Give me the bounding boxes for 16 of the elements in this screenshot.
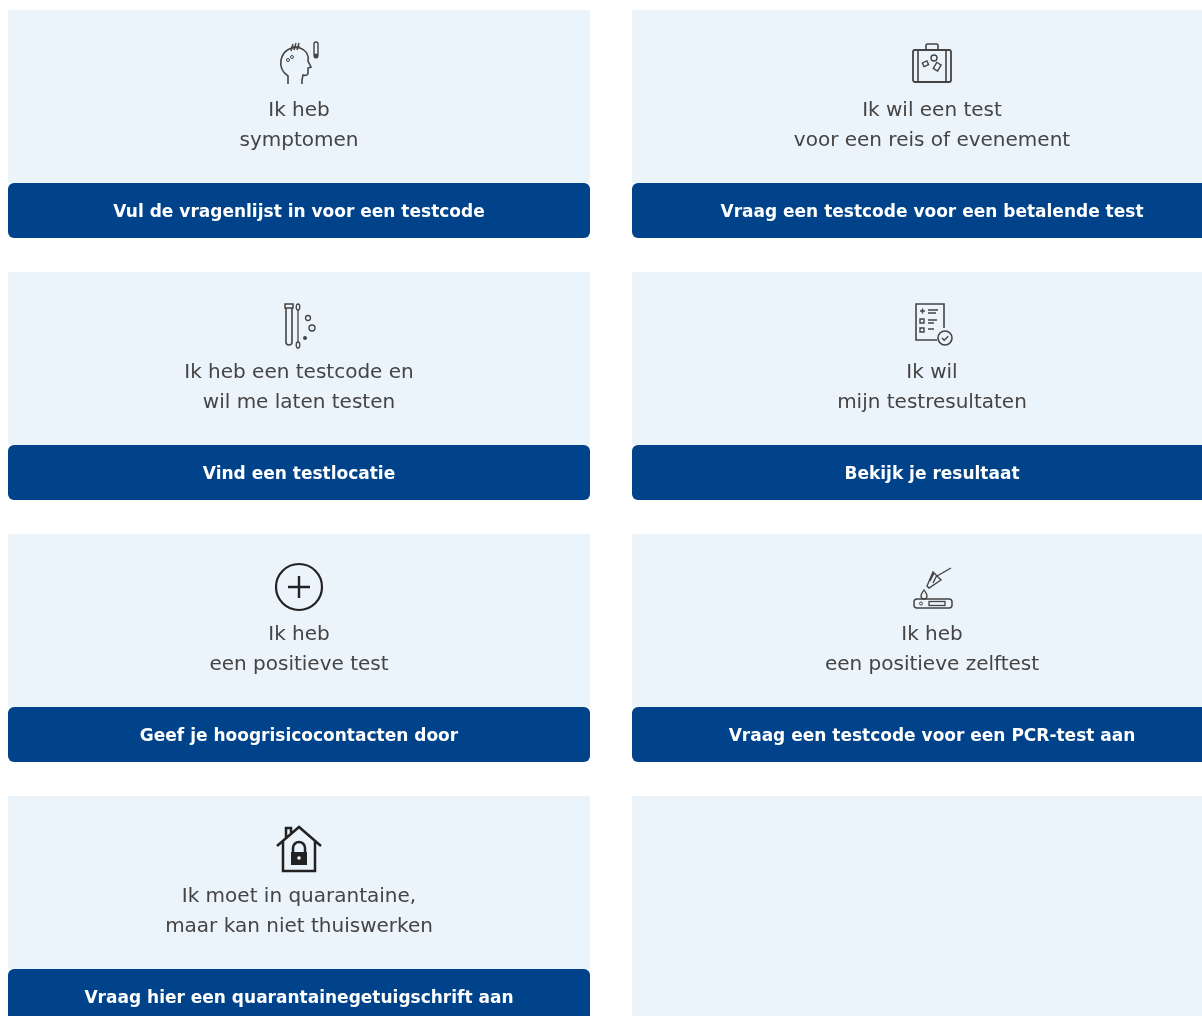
card-description: Ik wil mijn testresultaten	[837, 358, 1027, 415]
action-button[interactable]: Vraag een testcode voor een betalende test	[632, 183, 1202, 238]
action-button[interactable]: Vind een testlocatie	[8, 445, 590, 500]
action-button[interactable]: Vraag een testcode voor een PCR-test aan	[632, 707, 1202, 762]
card-description: Ik moet in quarantaine, maar kan niet thuiswerken	[165, 882, 433, 939]
plus-circle-icon	[274, 562, 324, 612]
card-description: Ik heb een positieve test	[209, 620, 389, 677]
action-button[interactable]: Vul de vragenlijst in voor een testcode	[8, 183, 590, 238]
house-lock-icon	[274, 824, 324, 874]
card-description: Ik wil een test voor een reis of evenement	[793, 96, 1071, 153]
action-button[interactable]: Geef je hoogrisicocontacten door	[8, 707, 590, 762]
action-button[interactable]: Vraag hier een quarantainegetuigschrift aan	[8, 969, 590, 1016]
card-description: Ik heb symptomen	[239, 96, 359, 153]
action-button[interactable]: Bekijk je resultaat	[632, 445, 1202, 500]
card-description: Ik heb een testcode en wil me laten testen	[184, 358, 414, 415]
card-description: Ik heb een positieve zelftest	[824, 620, 1040, 677]
